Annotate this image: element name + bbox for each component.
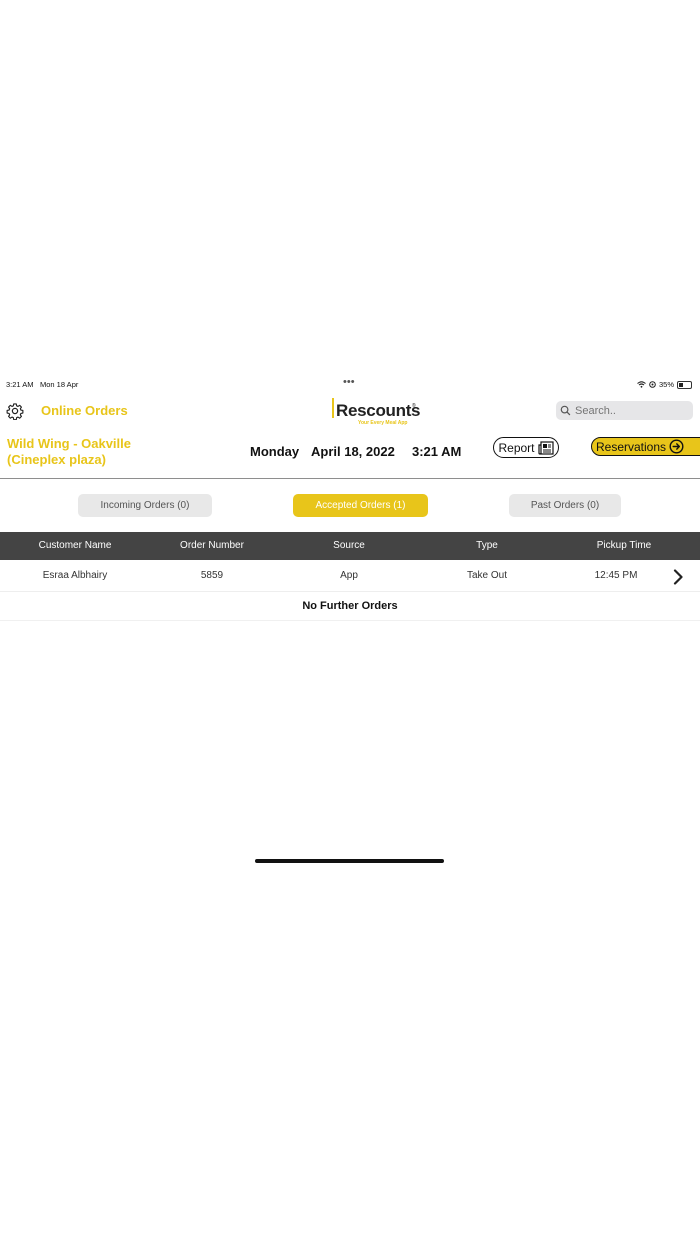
app-screen: 3:21 AM Mon 18 Apr ••• 35% Online Orders… bbox=[0, 374, 700, 870]
logo-registered-mark: ® bbox=[412, 403, 416, 409]
restaurant-name-line2: (Cineplex plaza) bbox=[7, 452, 106, 467]
restaurant-name-line1: Wild Wing - Oakville bbox=[7, 436, 132, 451]
wifi-icon bbox=[637, 381, 646, 388]
multitask-dots[interactable]: ••• bbox=[343, 376, 355, 388]
search-icon bbox=[560, 405, 571, 416]
report-button[interactable]: Report bbox=[493, 437, 559, 458]
status-right: 35% bbox=[637, 380, 692, 389]
search-box[interactable] bbox=[556, 401, 693, 420]
report-button-label: Report bbox=[498, 440, 535, 455]
current-time: 3:21 AM bbox=[412, 444, 462, 459]
column-header-source[interactable]: Source bbox=[333, 532, 365, 560]
tab-incoming-orders[interactable]: Incoming Orders (0) bbox=[78, 494, 212, 517]
current-day: Monday bbox=[250, 444, 300, 459]
logo-tagline: Your Every Meal App bbox=[358, 420, 408, 426]
restaurant-name: Wild Wing - Oakville (Cineplex plaza) bbox=[7, 436, 131, 468]
current-date: April 18, 2022 bbox=[311, 444, 395, 459]
battery-percent: 35% bbox=[658, 380, 674, 389]
search-input[interactable] bbox=[571, 404, 685, 417]
header-divider bbox=[0, 478, 700, 479]
reservations-button-label: Reservations bbox=[596, 439, 667, 454]
cell-source: App bbox=[340, 570, 358, 581]
no-further-orders-message: No Further Orders bbox=[0, 592, 700, 621]
tab-accepted-orders[interactable]: Accepted Orders (1) bbox=[293, 494, 428, 517]
arrow-circle-right-icon bbox=[669, 439, 684, 454]
column-header-order-number[interactable]: Order Number bbox=[180, 532, 244, 560]
status-date: Mon 18 Apr bbox=[40, 380, 79, 389]
cell-customer-name: Esraa Albhairy bbox=[42, 570, 108, 581]
cell-type: Take Out bbox=[466, 570, 508, 581]
settings-gear-icon[interactable] bbox=[6, 402, 24, 421]
logo-wordmark: Rescounts bbox=[336, 401, 421, 420]
home-indicator[interactable] bbox=[255, 859, 444, 863]
table-row[interactable]: Esraa Albhairy 5859 App Take Out 12:45 P… bbox=[0, 561, 700, 592]
column-header-pickup-time[interactable]: Pickup Time bbox=[597, 532, 651, 560]
column-header-customer-name[interactable]: Customer Name bbox=[39, 532, 112, 560]
rescounts-logo: Rescounts ® Your Every Meal App bbox=[328, 394, 421, 430]
page-title: Online Orders bbox=[41, 403, 128, 418]
cell-pickup-time: 12:45 PM bbox=[594, 570, 638, 581]
column-header-type[interactable]: Type bbox=[476, 532, 498, 560]
battery-icon bbox=[677, 380, 692, 389]
orientation-lock-icon bbox=[649, 381, 656, 388]
status-time: 3:21 AM bbox=[6, 380, 34, 389]
status-bar: 3:21 AM Mon 18 Apr ••• 35% bbox=[6, 376, 692, 392]
chevron-right-icon[interactable] bbox=[672, 569, 684, 585]
tab-past-orders[interactable]: Past Orders (0) bbox=[509, 494, 621, 517]
cell-order-number: 5859 bbox=[200, 570, 224, 581]
orders-table-header: Customer Name Order Number Source Type P… bbox=[0, 532, 700, 560]
reservations-button[interactable]: Reservations bbox=[591, 437, 700, 456]
report-icon bbox=[537, 440, 554, 455]
